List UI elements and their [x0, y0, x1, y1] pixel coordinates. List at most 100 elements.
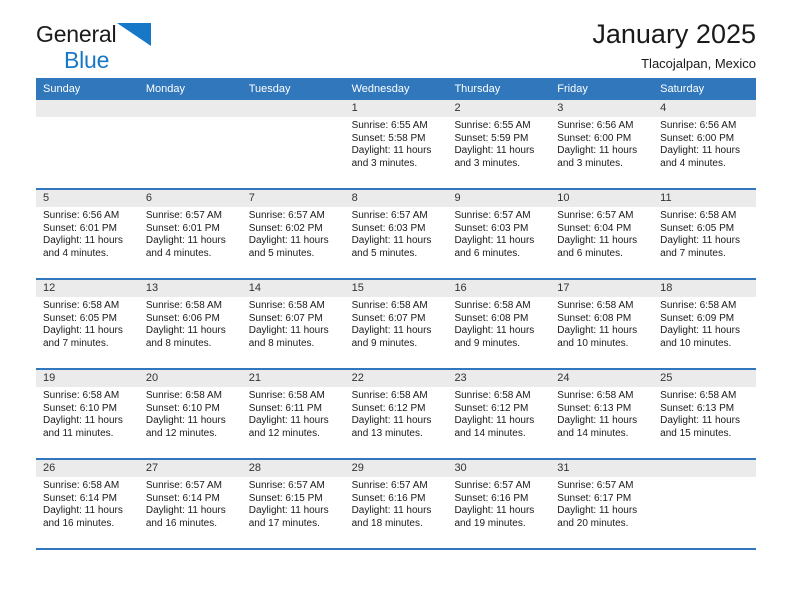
day-details: Sunrise: 6:58 AM Sunset: 6:07 PM Daylight:… — [242, 297, 345, 350]
sunrise-text: Sunrise: 6:57 AM — [454, 210, 531, 221]
day-number: 10 — [550, 190, 654, 207]
day-details: Sunrise: 6:58 AM Sunset: 6:11 PM Daylight:… — [242, 387, 345, 440]
calendar-day-cell[interactable]: 23 Sunrise: 6:58 AM Sunset: 6:12 PM Dayligh… — [447, 370, 551, 458]
day-number: 13 — [138, 280, 242, 297]
daylight-text-line1: Daylight: 11 hours — [660, 325, 741, 337]
sunset-text: Sunset: 6:17 PM — [557, 492, 632, 504]
day-details: Sunrise: 6:56 AM Sunset: 6:01 PM Daylight:… — [36, 207, 139, 260]
daylight-text-line2: and 14 minutes. — [454, 427, 526, 439]
daylight-text-line1: Daylight: 11 hours — [248, 325, 329, 337]
daylight-text-line2: and 4 minutes. — [145, 247, 212, 259]
calendar-page: General Blue January 2025 Tlacojalpan, M… — [0, 0, 792, 612]
calendar-day-cell[interactable]: 2 Sunrise: 6:55 AM Sunset: 5:59 PM Daylight… — [447, 100, 551, 188]
calendar-day-cell[interactable]: 9 Sunrise: 6:57 AM Sunset: 6:03 PM Daylight… — [447, 190, 551, 278]
daylight-text-line2: and 19 minutes. — [454, 517, 526, 529]
calendar-day-cell[interactable]: 8 Sunrise: 6:57 AM Sunset: 6:03 PM Daylight… — [344, 190, 448, 278]
daylight-text-line2: and 4 minutes. — [43, 247, 109, 259]
daylight-text-line2: and 7 minutes. — [660, 247, 726, 259]
sunrise-text: Sunrise: 6:58 AM — [557, 390, 634, 401]
daylight-text-line1: Daylight: 11 hours — [660, 415, 741, 427]
weekday-header-tuesday: Tuesday — [248, 83, 291, 95]
calendar-day-cell[interactable]: 13 Sunrise: 6:58 AM Sunset: 6:06 PM Dayligh… — [138, 280, 242, 368]
sunset-text: Sunset: 5:59 PM — [454, 132, 529, 144]
calendar-day-cell[interactable]: 15 Sunrise: 6:58 AM Sunset: 6:07 PM Dayligh… — [344, 280, 448, 368]
day-details: Sunrise: 6:58 AM Sunset: 6:10 PM Daylight:… — [139, 387, 242, 440]
weekday-header-row: Sunday Monday Tuesday Wednesday Thursday… — [36, 78, 756, 100]
calendar-day-cell[interactable]: 22 Sunrise: 6:58 AM Sunset: 6:12 PM Dayligh… — [344, 370, 448, 458]
calendar-day-cell[interactable]: 16 Sunrise: 6:58 AM Sunset: 6:08 PM Dayligh… — [447, 280, 551, 368]
sunrise-text: Sunrise: 6:56 AM — [660, 120, 737, 131]
day-details: Sunrise: 6:58 AM Sunset: 6:13 PM Daylight:… — [550, 387, 653, 440]
calendar-day-cell[interactable]: 27 Sunrise: 6:57 AM Sunset: 6:14 PM Dayligh… — [138, 460, 242, 548]
day-details: Sunrise: 6:58 AM Sunset: 6:05 PM Daylight:… — [36, 297, 139, 350]
day-number: 25 — [653, 370, 757, 387]
calendar-day-cell[interactable]: 26 Sunrise: 6:58 AM Sunset: 6:14 PM Dayligh… — [36, 460, 139, 548]
calendar-day-cell[interactable]: 30 Sunrise: 6:57 AM Sunset: 6:16 PM Dayligh… — [447, 460, 551, 548]
calendar-day-cell[interactable]: 31 Sunrise: 6:57 AM Sunset: 6:17 PM Dayligh… — [550, 460, 654, 548]
sunrise-text: Sunrise: 6:58 AM — [43, 480, 120, 491]
daylight-text-line1: Daylight: 11 hours — [43, 235, 123, 247]
sunset-text: Sunset: 6:14 PM — [145, 492, 220, 504]
sunrise-text: Sunrise: 6:57 AM — [351, 210, 428, 221]
day-number: 4 — [653, 100, 757, 117]
calendar-day-cell[interactable]: 21 Sunrise: 6:58 AM Sunset: 6:11 PM Dayligh… — [241, 370, 345, 458]
calendar-day-cell[interactable]: 28 Sunrise: 6:57 AM Sunset: 6:15 PM Dayligh… — [241, 460, 345, 548]
sunset-text: Sunset: 6:02 PM — [248, 222, 323, 234]
day-number: 14 — [241, 280, 345, 297]
sunrise-text: Sunrise: 6:55 AM — [351, 120, 428, 131]
general-blue-logo[interactable]: General Blue — [36, 22, 153, 72]
sunrise-text: Sunrise: 6:57 AM — [248, 210, 325, 221]
page-title: January 2025 — [592, 19, 756, 49]
day-number — [653, 460, 757, 477]
sunset-text: Sunset: 6:13 PM — [660, 402, 735, 414]
calendar-day-cell[interactable]: 20 Sunrise: 6:58 AM Sunset: 6:10 PM Dayligh… — [138, 370, 242, 458]
calendar-day-cell[interactable]: 18 Sunrise: 6:58 AM Sunset: 6:09 PM Dayligh… — [653, 280, 757, 368]
day-details: Sunrise: 6:58 AM Sunset: 6:08 PM Daylight:… — [550, 297, 653, 350]
calendar-day-cell[interactable]: 24 Sunrise: 6:58 AM Sunset: 6:13 PM Dayligh… — [550, 370, 654, 458]
calendar-day-cell-empty — [241, 100, 345, 188]
sunrise-text: Sunrise: 6:58 AM — [660, 210, 737, 221]
calendar-day-cell[interactable]: 11 Sunrise: 6:58 AM Sunset: 6:05 PM Dayligh… — [653, 190, 757, 278]
logo-top-row: General — [36, 22, 153, 48]
daylight-text-line1: Daylight: 11 hours — [351, 415, 432, 427]
daylight-text-line1: Daylight: 11 hours — [145, 235, 226, 247]
logo-triangle-icon — [117, 22, 153, 47]
day-details: Sunrise: 6:57 AM Sunset: 6:03 PM Daylight:… — [345, 207, 448, 260]
weekday-header-saturday: Saturday — [660, 83, 705, 95]
calendar-day-cell-empty — [36, 100, 139, 188]
day-details: Sunrise: 6:58 AM Sunset: 6:13 PM Daylight:… — [653, 387, 756, 440]
daylight-text-line1: Daylight: 11 hours — [145, 505, 226, 517]
calendar-day-cell[interactable]: 12 Sunrise: 6:58 AM Sunset: 6:05 PM Dayligh… — [36, 280, 139, 368]
sunset-text: Sunset: 6:05 PM — [660, 222, 735, 234]
daylight-text-line1: Daylight: 11 hours — [248, 235, 329, 247]
day-number: 19 — [36, 370, 139, 387]
calendar-day-cell[interactable]: 25 Sunrise: 6:58 AM Sunset: 6:13 PM Dayligh… — [653, 370, 757, 458]
sunset-text: Sunset: 6:14 PM — [43, 492, 117, 504]
daylight-text-line2: and 15 minutes. — [660, 427, 732, 439]
daylight-text-line2: and 5 minutes. — [248, 247, 315, 259]
calendar-day-cell[interactable]: 17 Sunrise: 6:58 AM Sunset: 6:08 PM Dayligh… — [550, 280, 654, 368]
calendar-week-row: 5 Sunrise: 6:56 AM Sunset: 6:01 PM Daylight… — [36, 190, 757, 280]
calendar-day-cell[interactable]: 7 Sunrise: 6:57 AM Sunset: 6:02 PM Daylight… — [241, 190, 345, 278]
calendar-day-cell[interactable]: 5 Sunrise: 6:56 AM Sunset: 6:01 PM Daylight… — [36, 190, 139, 278]
day-details: Sunrise: 6:57 AM Sunset: 6:03 PM Daylight:… — [447, 207, 550, 260]
calendar-day-cell-empty — [138, 100, 242, 188]
day-number: 24 — [550, 370, 654, 387]
logo-word-general: General — [36, 21, 117, 47]
calendar-day-cell[interactable]: 1 Sunrise: 6:55 AM Sunset: 5:58 PM Daylight… — [344, 100, 448, 188]
calendar-day-cell[interactable]: 14 Sunrise: 6:58 AM Sunset: 6:07 PM Dayligh… — [241, 280, 345, 368]
calendar-day-cell[interactable]: 6 Sunrise: 6:57 AM Sunset: 6:01 PM Daylight… — [138, 190, 242, 278]
day-number: 31 — [550, 460, 654, 477]
daylight-text-line2: and 13 minutes. — [351, 427, 423, 439]
day-details: Sunrise: 6:57 AM Sunset: 6:04 PM Daylight:… — [550, 207, 653, 260]
calendar-day-cell[interactable]: 4 Sunrise: 6:56 AM Sunset: 6:00 PM Daylight… — [653, 100, 757, 188]
day-number — [138, 100, 242, 117]
calendar-day-cell[interactable]: 10 Sunrise: 6:57 AM Sunset: 6:04 PM Dayligh… — [550, 190, 654, 278]
daylight-text-line1: Daylight: 11 hours — [145, 415, 226, 427]
sunset-text: Sunset: 6:13 PM — [557, 402, 632, 414]
calendar-day-cell[interactable]: 3 Sunrise: 6:56 AM Sunset: 6:00 PM Daylight… — [550, 100, 654, 188]
calendar-day-cell[interactable]: 19 Sunrise: 6:58 AM Sunset: 6:10 PM Dayligh… — [36, 370, 139, 458]
day-number: 16 — [447, 280, 551, 297]
page-subtitle: Tlacojalpan, Mexico — [641, 56, 756, 71]
calendar-day-cell[interactable]: 29 Sunrise: 6:57 AM Sunset: 6:16 PM Dayligh… — [344, 460, 448, 548]
